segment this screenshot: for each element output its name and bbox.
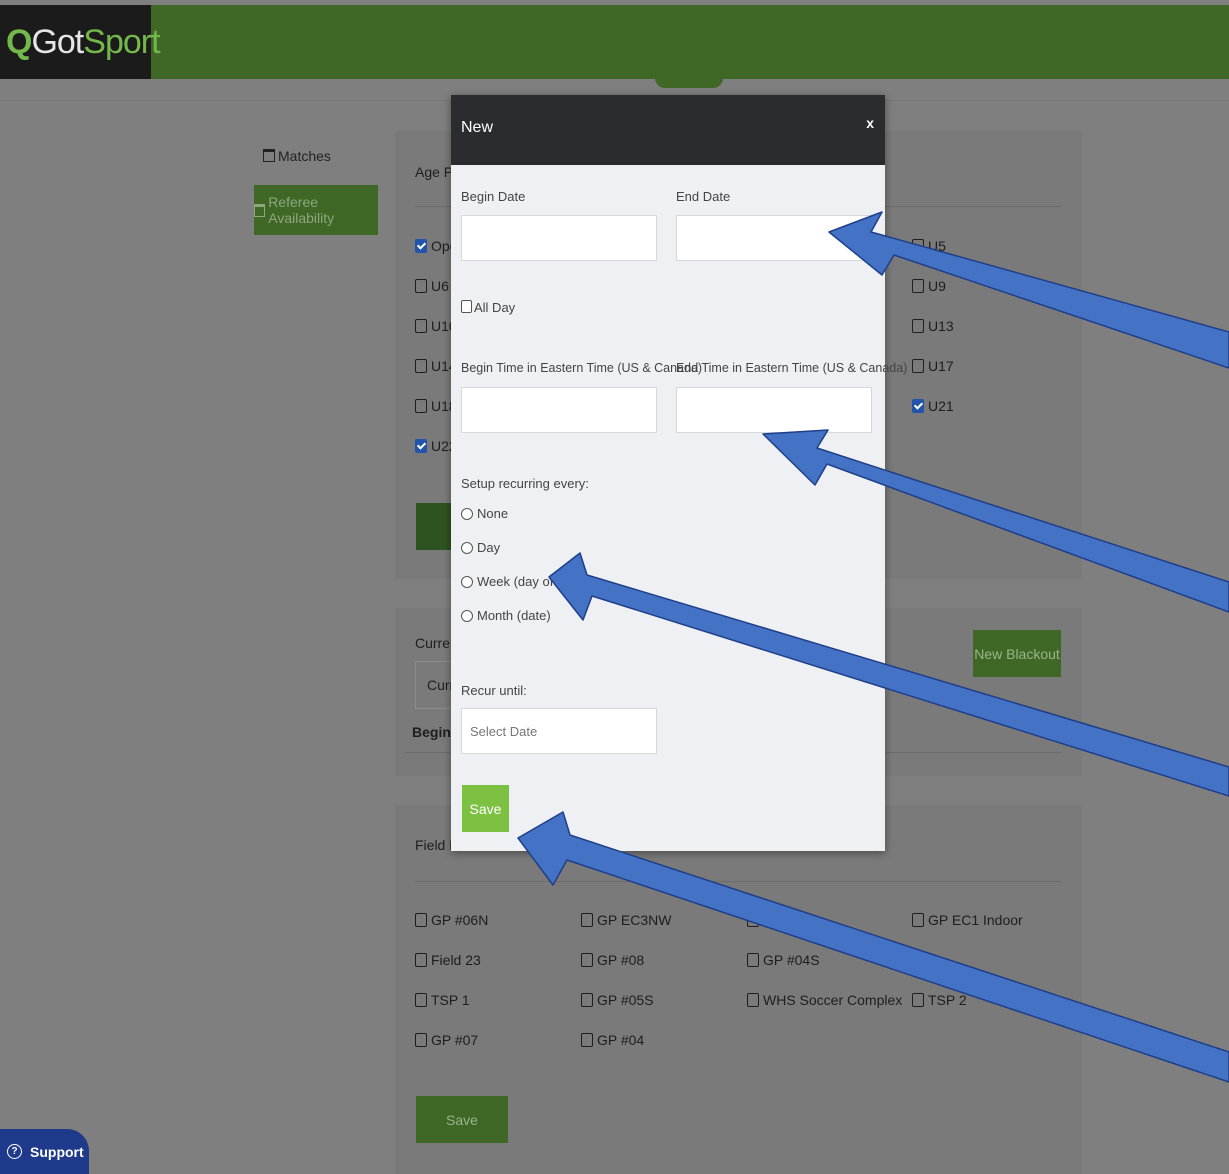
checkbox[interactable]	[912, 913, 924, 927]
checkbox[interactable]	[415, 1033, 427, 1047]
checkbox[interactable]	[415, 953, 427, 967]
column-header-begin: Begin	[412, 724, 451, 740]
field-option[interactable]: TSP 2	[912, 992, 967, 1008]
checkbox[interactable]	[581, 913, 593, 927]
all-day-checkbox[interactable]	[461, 300, 472, 313]
age-option[interactable]: U9	[912, 278, 946, 294]
modal-save-button[interactable]: Save	[462, 785, 509, 832]
end-time-input[interactable]	[676, 387, 872, 433]
recur-until-label: Recur until:	[461, 683, 527, 698]
gotsport-logo[interactable]: QGotSport	[6, 23, 161, 62]
checkbox[interactable]	[415, 993, 427, 1007]
checkbox[interactable]	[747, 953, 759, 967]
recur-until-input[interactable]	[461, 708, 657, 754]
field-option[interactable]: GP EC3NW	[581, 912, 671, 928]
field-option[interactable]: GP #05S	[581, 992, 654, 1008]
gotsport-q-icon: Q	[6, 23, 32, 61]
modal-header: New x	[451, 95, 885, 165]
field-option[interactable]: WHS Soccer Complex	[747, 992, 902, 1008]
checkbox[interactable]	[581, 993, 593, 1007]
checkbox-checked[interactable]	[415, 239, 427, 253]
radio-button[interactable]	[461, 541, 473, 554]
begin-time-label: Begin Time in Eastern Time (US & Canada)	[461, 361, 703, 375]
calendar-icon	[254, 203, 266, 217]
checkbox[interactable]	[747, 993, 759, 1007]
checkbox[interactable]	[415, 319, 427, 333]
recurring-label: Setup recurring every:	[461, 476, 589, 491]
modal-title: New	[461, 119, 494, 136]
begin-date-label: Begin Date	[461, 189, 526, 204]
menu-icon[interactable]: ⋮	[1223, 27, 1229, 47]
divider	[415, 206, 451, 207]
logo-prefix: Got	[31, 23, 84, 61]
checkbox[interactable]	[912, 993, 924, 1007]
nav-referee-availability[interactable]: Referee Availability	[254, 185, 378, 235]
radio-button[interactable]	[461, 609, 473, 622]
checkbox[interactable]	[581, 953, 593, 967]
top-navbar: QGotSport ⋮	[0, 5, 1229, 79]
nav-matches-label: Matches	[278, 148, 331, 164]
divider	[405, 752, 451, 753]
support-button[interactable]: ? Support	[0, 1129, 89, 1174]
field-option[interactable]: GP #08	[581, 952, 644, 968]
checkbox[interactable]	[912, 239, 924, 253]
all-day-option[interactable]: All Day	[461, 300, 515, 315]
fields-save-button[interactable]: Save	[416, 1096, 508, 1143]
end-date-label: End Date	[676, 189, 731, 204]
checkbox[interactable]	[415, 399, 427, 413]
checkbox[interactable]	[912, 319, 924, 333]
support-label: Support	[30, 1143, 84, 1160]
checkbox[interactable]	[747, 913, 759, 927]
brand-area: QGotSport	[0, 5, 161, 79]
nav-referee-availability-label: Referee Availability	[268, 194, 335, 226]
checkbox-checked[interactable]	[415, 439, 427, 453]
close-icon[interactable]: x	[866, 115, 874, 131]
nav-matches[interactable]: Matches	[263, 148, 331, 164]
recurring-option-week[interactable]: Week (day of	[461, 574, 553, 589]
age-option[interactable]: U6	[415, 278, 449, 294]
field-option[interactable]: Field 23	[415, 952, 481, 968]
calendar-icon	[263, 149, 275, 162]
field-option[interactable]	[747, 912, 763, 928]
header-tab	[655, 74, 723, 88]
checkbox[interactable]	[415, 913, 427, 927]
question-circle-icon: ?	[7, 1144, 22, 1159]
age-option[interactable]: U13	[912, 318, 954, 334]
field-option[interactable]: GP #04	[581, 1032, 644, 1048]
age-option[interactable]: U5	[912, 238, 946, 254]
new-blackout-modal: New x Begin Date End Date All Day Begin …	[451, 95, 907, 851]
begin-date-input[interactable]	[461, 215, 657, 261]
field-option[interactable]: GP #04S	[747, 952, 820, 968]
recurring-option-day[interactable]: Day	[461, 540, 500, 555]
radio-button[interactable]	[461, 575, 473, 588]
checkbox[interactable]	[415, 359, 427, 373]
divider	[415, 881, 1061, 882]
recurring-option-month[interactable]: Month (date)	[461, 608, 551, 623]
divider	[885, 752, 1061, 753]
checkbox[interactable]	[581, 1033, 593, 1047]
age-save-button[interactable]	[416, 503, 452, 550]
age-option[interactable]: U17	[912, 358, 954, 374]
end-time-label: End Time in Eastern Time (US & Canada)	[676, 361, 908, 375]
field-option[interactable]: GP #07	[415, 1032, 478, 1048]
recurring-option-none[interactable]: None	[461, 506, 508, 521]
all-day-label: All Day	[474, 300, 516, 315]
checkbox[interactable]	[912, 279, 924, 293]
checkbox[interactable]	[912, 359, 924, 373]
begin-time-input[interactable]	[461, 387, 657, 433]
logo-suffix: Sport	[83, 23, 160, 61]
field-option[interactable]: TSP 1	[415, 992, 470, 1008]
divider	[885, 206, 1061, 207]
radio-button[interactable]	[461, 507, 473, 520]
field-option[interactable]: GP #06N	[415, 912, 488, 928]
checkbox-checked[interactable]	[912, 399, 924, 413]
field-option[interactable]: GP EC1 Indoor	[912, 912, 1023, 928]
age-option[interactable]: U21	[912, 398, 954, 414]
end-date-input[interactable]	[676, 215, 872, 261]
new-blackout-button[interactable]: New Blackout	[973, 630, 1061, 677]
checkbox[interactable]	[415, 279, 427, 293]
